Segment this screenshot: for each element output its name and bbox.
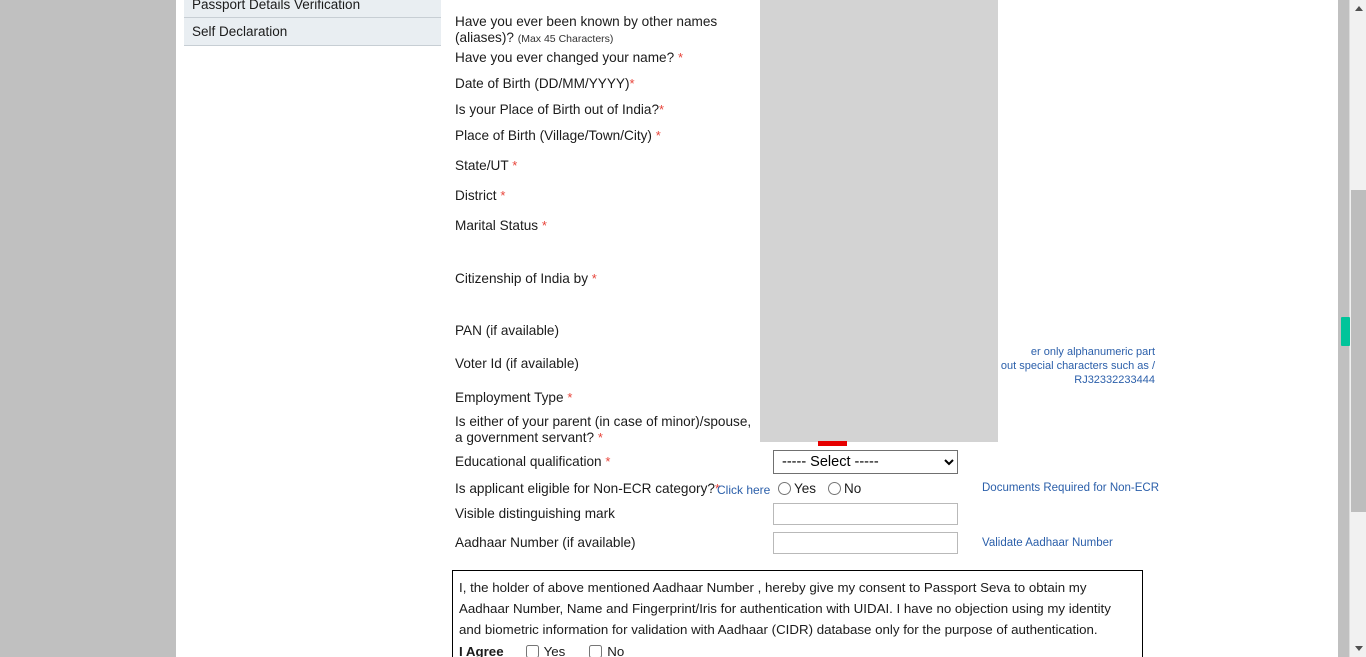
- required-asterisk: *: [629, 76, 635, 91]
- non-ecr-radio-no[interactable]: [828, 482, 842, 495]
- documents-required-non-ecr-link[interactable]: Documents Required for Non-ECR: [982, 482, 1159, 494]
- sidebar-nav: Passport Details Verification Self Decla…: [184, 0, 441, 46]
- i-agree-yes-label[interactable]: Yes: [544, 644, 566, 657]
- field-label-employment-type: Employment Type *: [455, 390, 572, 406]
- field-label-aadhaar: Aadhaar Number (if available): [455, 535, 636, 550]
- visible-mark-control: [773, 503, 958, 525]
- field-label-text: Is either of your parent (in case of min…: [455, 414, 752, 445]
- vertical-scrollbar[interactable]: [1349, 0, 1366, 657]
- field-label-aliases: Have you ever been known by other names …: [455, 14, 755, 47]
- field-hint-max-chars: (Max 45 Characters): [517, 33, 614, 45]
- required-asterisk: *: [512, 158, 518, 173]
- education-qualification-select[interactable]: ----- Select -----: [773, 450, 958, 474]
- required-asterisk: *: [500, 188, 506, 203]
- sidebar-item-label: Self Declaration: [192, 24, 288, 39]
- non-ecr-radio-yes-label[interactable]: Yes: [794, 481, 816, 496]
- field-label-text: Date of Birth (DD/MM/YYYY): [455, 76, 630, 91]
- left-page-gutter: [0, 0, 176, 657]
- aadhaar-consent-text: I, the holder of above mentioned Aadhaar…: [459, 580, 1111, 637]
- vertical-scrollbar-thumb[interactable]: [1351, 190, 1366, 512]
- field-label-text: Is applicant eligible for Non-ECR catego…: [455, 481, 715, 496]
- non-ecr-radio-no-label[interactable]: No: [844, 481, 861, 496]
- field-label-text: State/UT: [455, 158, 509, 173]
- field-label-text: Is your Place of Birth out of India?: [455, 102, 660, 117]
- field-label-place-of-birth: Place of Birth (Village/Town/City) *: [455, 128, 661, 144]
- non-ecr-radio-group: Yes No: [778, 481, 871, 496]
- field-label-non-ecr: Is applicant eligible for Non-ECR catego…: [455, 481, 720, 497]
- required-asterisk: *: [605, 454, 611, 469]
- scroll-up-arrow-icon[interactable]: [1350, 0, 1366, 17]
- sidebar-item-label: Passport Details Verification: [192, 0, 361, 12]
- field-label-citizenship: Citizenship of India by *: [455, 271, 597, 287]
- visible-distinguishing-mark-input[interactable]: [773, 503, 958, 525]
- page-root: Passport Details Verification Self Decla…: [0, 0, 1366, 657]
- field-label-text: Employment Type: [455, 390, 564, 405]
- aadhaar-consent-box: I, the holder of above mentioned Aadhaar…: [452, 570, 1143, 657]
- scroll-position-marker: [1341, 317, 1350, 346]
- non-ecr-click-here-link[interactable]: Click here: [717, 483, 770, 497]
- field-label-govt-servant: Is either of your parent (in case of min…: [455, 414, 755, 446]
- i-agree-checkbox-yes[interactable]: [525, 645, 539, 657]
- i-agree-no-label[interactable]: No: [607, 644, 624, 657]
- i-agree-row: I Agree Yes No: [459, 644, 1134, 657]
- i-agree-checkbox-no[interactable]: [589, 645, 603, 657]
- field-label-voter-id: Voter Id (if available): [455, 356, 579, 371]
- field-label-education: Educational qualification *: [455, 454, 610, 470]
- non-ecr-radio-yes[interactable]: [778, 482, 791, 495]
- field-label-dob: Date of Birth (DD/MM/YYYY)*: [455, 76, 635, 92]
- field-label-marital-status: Marital Status *: [455, 218, 547, 234]
- field-label-pob-outside-india: Is your Place of Birth out of India?*: [455, 102, 664, 118]
- overlay-panel: [760, 0, 998, 442]
- sidebar-item-passport-details-verification[interactable]: Passport Details Verification: [184, 0, 441, 18]
- field-label-text: Marital Status: [455, 218, 539, 233]
- field-label-state-ut: State/UT *: [455, 158, 517, 174]
- required-asterisk: *: [655, 128, 661, 143]
- required-asterisk: *: [541, 218, 547, 233]
- aadhaar-control: [773, 532, 958, 554]
- required-asterisk: *: [659, 102, 665, 117]
- required-asterisk: *: [591, 271, 597, 286]
- required-asterisk: *: [677, 50, 683, 65]
- scroll-down-arrow-icon[interactable]: [1350, 640, 1366, 657]
- field-label-pan: PAN (if available): [455, 323, 560, 338]
- sidebar-item-self-declaration[interactable]: Self Declaration: [184, 18, 441, 46]
- red-marker-bar: [818, 441, 847, 446]
- field-label-changed-name: Have you ever changed your name? *: [455, 50, 683, 66]
- field-label-text: Citizenship of India by: [455, 271, 588, 286]
- required-asterisk: *: [567, 390, 573, 405]
- field-label-text: District: [455, 188, 497, 203]
- i-agree-label: I Agree: [459, 644, 504, 657]
- field-label-text: Educational qualification: [455, 454, 602, 469]
- triangle-down-icon: [1354, 646, 1363, 651]
- required-asterisk: *: [597, 430, 603, 445]
- field-label-district: District *: [455, 188, 505, 204]
- field-label-visible-mark: Visible distinguishing mark: [455, 506, 615, 521]
- education-qualification-control: ----- Select -----: [773, 450, 958, 474]
- validate-aadhaar-number-link[interactable]: Validate Aadhaar Number: [982, 537, 1113, 549]
- field-label-text: Have you ever changed your name?: [455, 50, 675, 65]
- triangle-up-icon: [1354, 6, 1363, 11]
- field-label-text: Place of Birth (Village/Town/City): [455, 128, 652, 143]
- aadhaar-number-input[interactable]: [773, 532, 958, 554]
